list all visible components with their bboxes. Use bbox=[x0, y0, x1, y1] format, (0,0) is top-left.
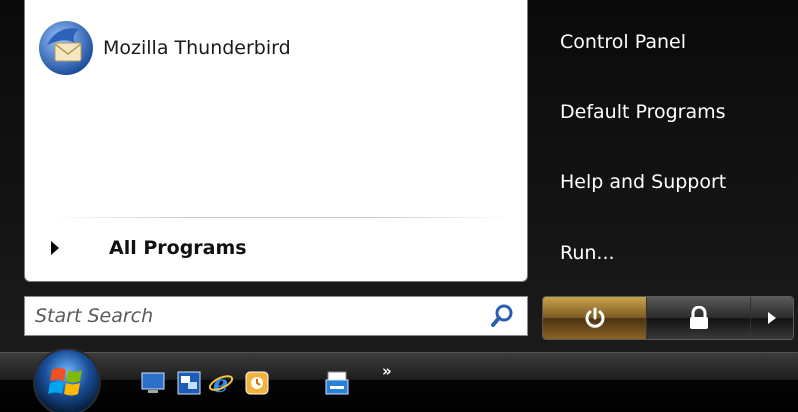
outlook-icon[interactable] bbox=[244, 370, 270, 396]
right-item-label: Default Programs bbox=[560, 101, 726, 123]
divider bbox=[49, 217, 513, 218]
svg-text:e: e bbox=[213, 370, 228, 396]
right-item-label: Run... bbox=[560, 242, 615, 264]
pinned-item-thunderbird[interactable]: Mozilla Thunderbird bbox=[35, 18, 515, 78]
thunderbird-icon bbox=[39, 21, 93, 75]
right-item-label: Control Panel bbox=[560, 31, 686, 53]
pinned-item-label: Mozilla Thunderbird bbox=[103, 37, 291, 59]
internet-explorer-icon[interactable]: e bbox=[208, 370, 234, 396]
lock-icon bbox=[689, 306, 708, 329]
search-icon[interactable] bbox=[487, 301, 517, 331]
lock-button[interactable] bbox=[647, 297, 751, 339]
start-button[interactable] bbox=[24, 344, 110, 412]
taskbar bbox=[0, 352, 798, 412]
run-link[interactable]: Run... bbox=[560, 236, 780, 270]
fax-icon[interactable] bbox=[324, 370, 350, 396]
power-buttons bbox=[542, 296, 794, 340]
arrow-right-icon bbox=[768, 312, 776, 324]
default-programs-link[interactable]: Default Programs bbox=[560, 95, 780, 129]
start-search-box bbox=[24, 296, 528, 336]
power-icon bbox=[585, 307, 604, 328]
search-input[interactable] bbox=[25, 297, 487, 335]
control-panel-link[interactable]: Control Panel bbox=[560, 25, 780, 59]
right-item-label: Help and Support bbox=[560, 171, 727, 193]
arrow-right-icon bbox=[51, 241, 59, 255]
power-button[interactable] bbox=[543, 297, 647, 339]
show-desktop-icon[interactable] bbox=[140, 370, 166, 396]
all-programs-label: All Programs bbox=[109, 237, 247, 259]
switch-windows-icon[interactable] bbox=[176, 370, 202, 396]
help-and-support-link[interactable]: Help and Support bbox=[560, 165, 780, 199]
shutdown-options-button[interactable] bbox=[751, 297, 793, 339]
quick-launch-overflow[interactable]: » bbox=[382, 362, 392, 380]
programs-pane: Mozilla Thunderbird All Programs bbox=[24, 0, 528, 282]
all-programs-button[interactable]: All Programs bbox=[41, 226, 521, 270]
